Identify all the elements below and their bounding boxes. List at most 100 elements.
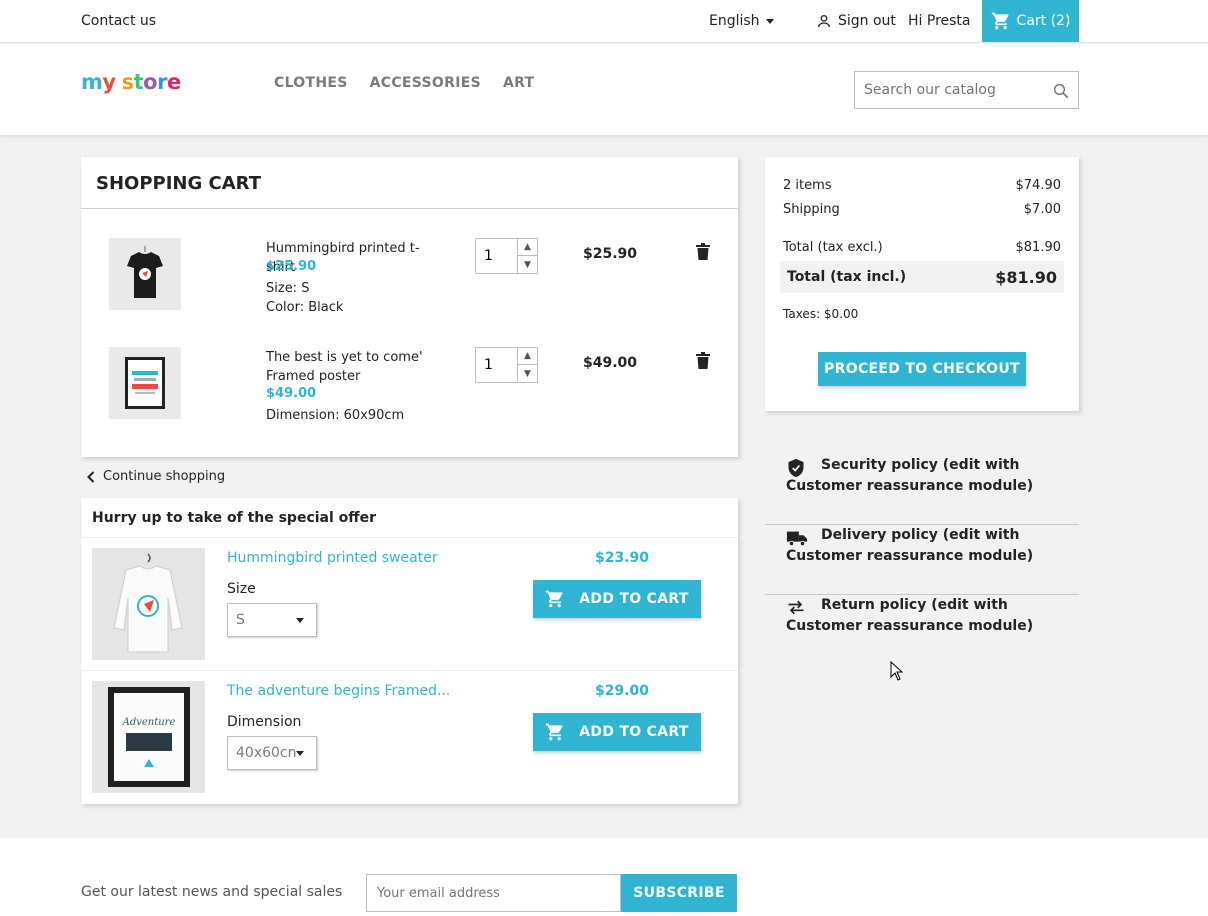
reassurance-text: Security policy (edit with Customer reas… xyxy=(786,457,1034,494)
caret-down-icon xyxy=(296,750,305,756)
nav-clothes[interactable]: CLOTHES xyxy=(274,75,348,91)
line-total: $49.00 xyxy=(583,355,638,371)
chevron-up-icon[interactable]: ▲ xyxy=(518,239,537,256)
continue-shopping-link[interactable]: Continue shopping xyxy=(87,469,225,484)
summary-label: 2 items xyxy=(783,178,832,193)
product-attribute: Color: Black xyxy=(266,300,344,315)
reassurance-return: Return policy (edit with Customer reassu… xyxy=(765,595,1079,665)
account-link[interactable]: Hi Presta xyxy=(908,13,971,29)
summary-label: Total (tax excl.) xyxy=(783,240,883,255)
search-icon[interactable] xyxy=(1052,82,1070,100)
summary-shipping-row: Shipping $7.00 xyxy=(783,202,1061,217)
reassurance-security: Security policy (edit with Customer reas… xyxy=(765,455,1079,525)
summary-value: $81.90 xyxy=(995,267,1057,287)
size-select[interactable]: S xyxy=(227,603,317,637)
product-thumbnail[interactable] xyxy=(109,238,181,310)
product-name[interactable]: The best is yet to come' Framed poster xyxy=(266,348,446,386)
product-thumbnail[interactable] xyxy=(109,347,181,419)
divider xyxy=(81,670,738,671)
product-thumbnail[interactable]: Adventure xyxy=(92,681,205,793)
cart-label: Cart (2) xyxy=(1016,13,1071,29)
sign-out-link[interactable]: Sign out xyxy=(816,13,896,29)
add-to-cart-button[interactable]: ADD TO CART xyxy=(533,713,701,751)
chevron-up-icon[interactable]: ▲ xyxy=(518,348,537,365)
option-label: Size xyxy=(227,581,256,597)
cart-button[interactable]: Cart (2) xyxy=(982,0,1079,42)
caret-down-icon xyxy=(296,617,304,623)
add-to-cart-label: ADD TO CART xyxy=(579,591,689,607)
product-attribute: Size: S xyxy=(266,281,310,296)
dimension-select[interactable]: 40x60cn xyxy=(227,736,317,770)
summary-label: Total (tax incl.) xyxy=(787,269,907,285)
quantity-stepper: ▲ ▼ xyxy=(475,238,538,274)
email-field[interactable] xyxy=(367,875,617,911)
line-total: $25.90 xyxy=(583,246,638,262)
site-header: my store CLOTHES ACCESSORIES ART xyxy=(0,44,1208,135)
caret-down-icon xyxy=(765,18,774,24)
proceed-to-checkout-button[interactable]: PROCEED TO CHECKOUT xyxy=(818,352,1026,386)
chevron-down-icon[interactable]: ▼ xyxy=(518,365,537,382)
offer-product-name[interactable]: The adventure begins Framed... xyxy=(227,683,450,699)
product-attribute: Dimension: 60x90cm xyxy=(266,408,405,423)
newsletter-text: Get our latest news and special sales xyxy=(81,884,343,900)
divider xyxy=(81,537,738,538)
logo-text: my store xyxy=(81,70,181,94)
quantity-input[interactable] xyxy=(476,348,520,382)
language-label: English xyxy=(709,13,760,29)
svg-text:Adventure: Adventure xyxy=(122,717,176,728)
summary-items-row: 2 items $74.90 xyxy=(783,178,1061,193)
reassurance-text: Return policy (edit with Customer reassu… xyxy=(786,597,1034,634)
summary-label: Shipping xyxy=(783,202,840,217)
nav-art[interactable]: ART xyxy=(503,75,534,91)
unit-price: $25.90 xyxy=(266,259,317,274)
offer-product-name[interactable]: Hummingbird printed sweater xyxy=(227,550,438,566)
newsletter-footer: Get our latest news and special sales SU… xyxy=(0,838,1208,916)
trash-icon[interactable] xyxy=(696,352,710,369)
language-selector[interactable]: English xyxy=(709,13,774,29)
shopping-cart-icon xyxy=(991,12,1008,30)
subscribe-button[interactable]: SUBSCRIBE xyxy=(621,874,737,912)
add-to-cart-button[interactable]: ADD TO CART xyxy=(533,580,701,618)
option-label: Dimension xyxy=(227,714,302,730)
reassurance-delivery: Delivery policy (edit with Customer reas… xyxy=(765,525,1079,595)
cart-item: Hummingbird printed t-shirt $25.90 Size:… xyxy=(81,238,738,338)
quantity-input[interactable] xyxy=(476,239,520,273)
email-field-wrapper xyxy=(366,874,621,912)
reassurance-text: Delivery policy (edit with Customer reas… xyxy=(786,527,1034,564)
offer-product: Hummingbird printed sweater Size S $23.9… xyxy=(81,548,738,668)
special-offer-title: Hurry up to take of the special offer xyxy=(92,510,377,526)
shopping-cart-title: SHOPPING CART xyxy=(96,173,261,194)
mouse-cursor-icon xyxy=(890,661,904,681)
offer-price: $23.90 xyxy=(595,550,650,566)
selected-option: 40x60cn xyxy=(236,745,297,761)
trash-icon[interactable] xyxy=(696,243,710,260)
product-thumbnail[interactable] xyxy=(92,548,205,660)
quantity-stepper: ▲ ▼ xyxy=(475,347,538,383)
contact-us-link[interactable]: Contact us xyxy=(81,13,156,29)
search-input[interactable] xyxy=(855,72,1040,108)
summary-total-incl-row: Total (tax incl.) $81.90 xyxy=(780,261,1064,293)
summary-value: $81.90 xyxy=(1015,240,1062,255)
cart-summary: 2 items $74.90 Shipping $7.00 Total (tax… xyxy=(765,157,1079,411)
shopping-cart-icon xyxy=(546,590,563,608)
summary-total-excl-row: Total (tax excl.) $81.90 xyxy=(783,240,1061,255)
search-box xyxy=(854,71,1079,109)
store-logo[interactable]: my store xyxy=(81,70,181,94)
divider xyxy=(81,208,738,209)
sign-out-label: Sign out xyxy=(838,13,896,29)
shopping-cart-icon xyxy=(546,723,563,741)
add-to-cart-label: ADD TO CART xyxy=(579,724,689,740)
continue-shopping-label: Continue shopping xyxy=(103,469,226,484)
offer-product: Adventure The adventure begins Framed...… xyxy=(81,681,738,801)
selected-option: S xyxy=(236,612,245,628)
shopping-cart-panel: SHOPPING CART Hummingbird printed t-shir… xyxy=(81,157,738,457)
nav-accessories[interactable]: ACCESSORIES xyxy=(370,75,481,91)
special-offer-panel: Hurry up to take of the special offer Hu… xyxy=(81,498,738,804)
summary-value: $7.00 xyxy=(1023,202,1061,217)
unit-price: $49.00 xyxy=(266,386,317,401)
chevron-down-icon[interactable]: ▼ xyxy=(518,256,537,273)
top-bar: Contact us English Sign out Hi Presta Ca… xyxy=(0,0,1208,43)
main-nav: CLOTHES ACCESSORIES ART xyxy=(274,75,534,91)
user-icon xyxy=(818,15,830,28)
summary-value: $74.90 xyxy=(1015,178,1062,193)
